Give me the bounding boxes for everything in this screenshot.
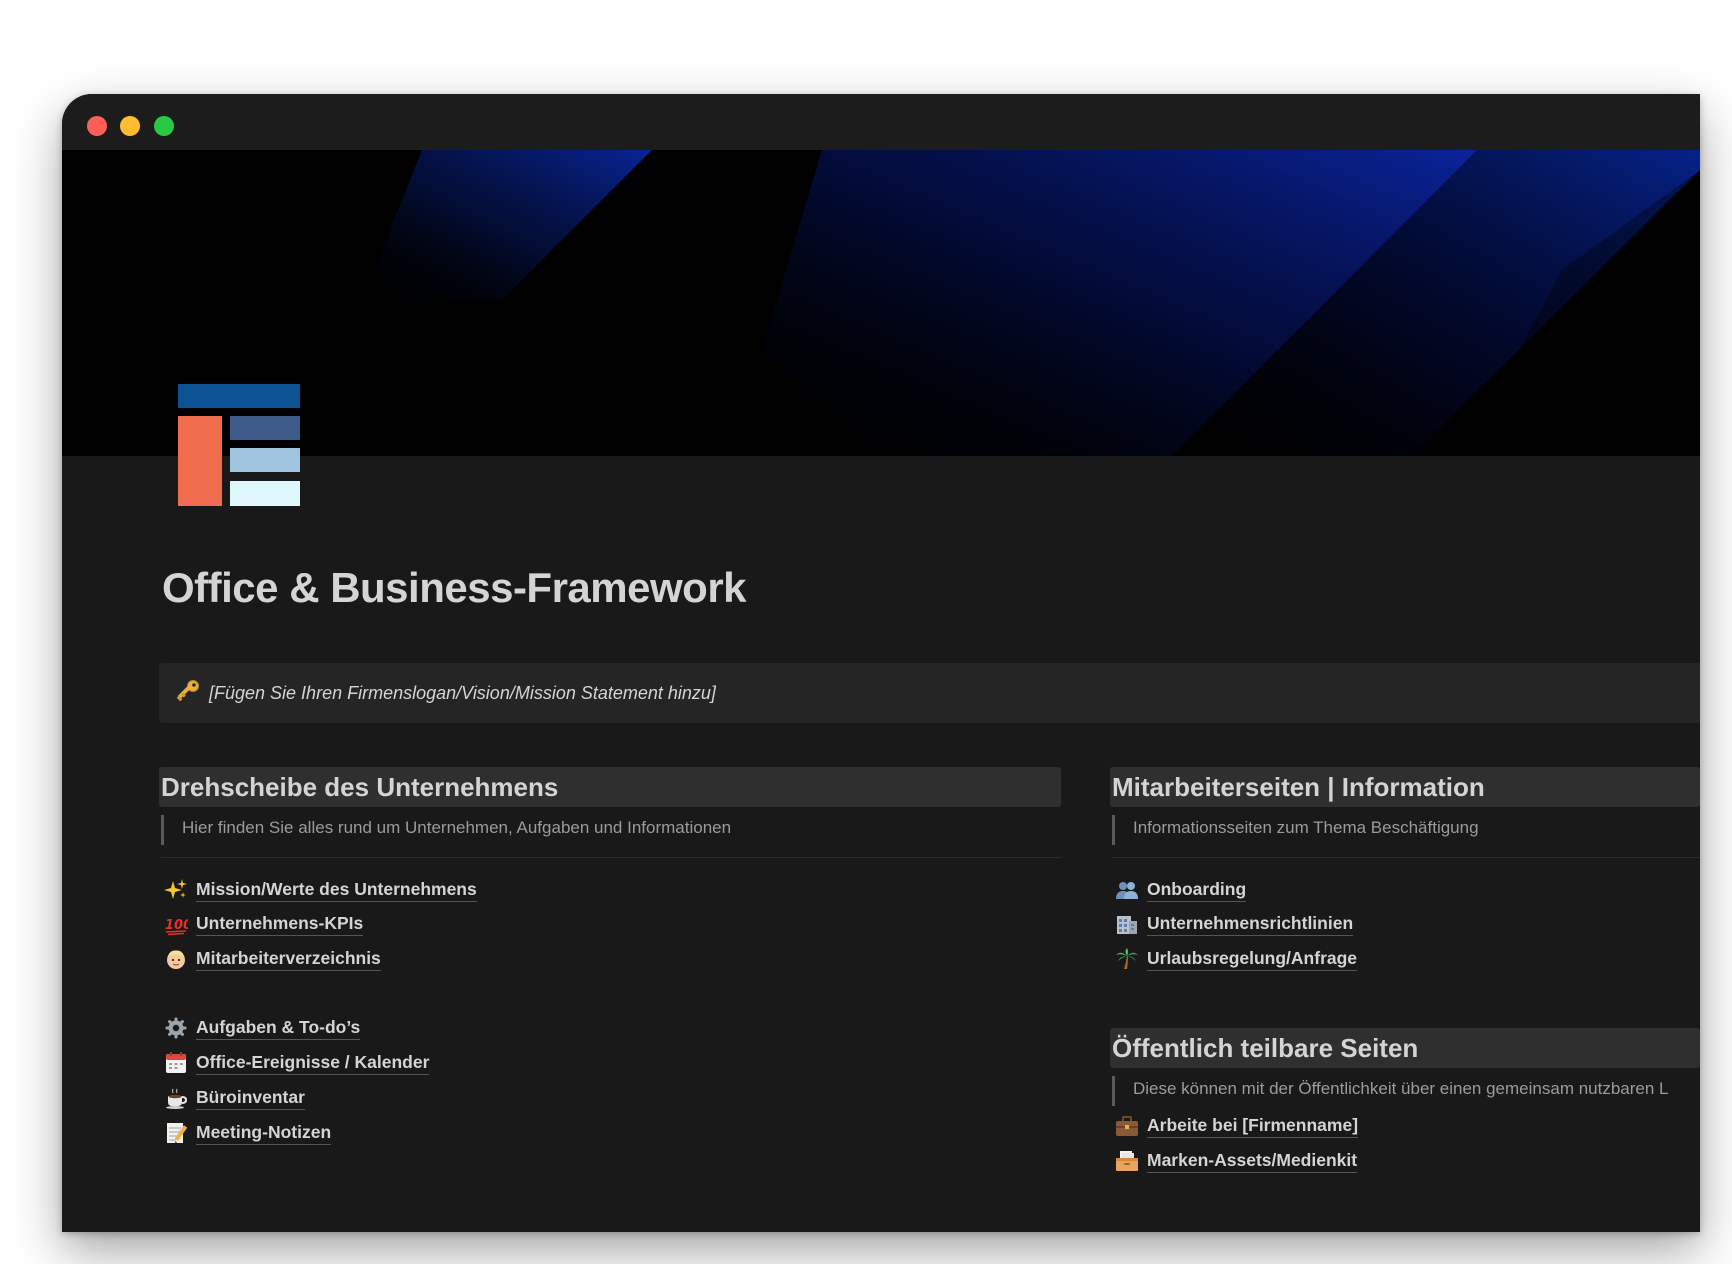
calendar-icon (164, 1051, 188, 1075)
divider (161, 857, 1061, 858)
link-tasks-todos[interactable]: Aufgaben & To-do’s (164, 1013, 361, 1043)
briefcase-icon (1115, 1114, 1139, 1138)
sparkles-icon (164, 878, 188, 902)
window-titlebar (62, 94, 1700, 150)
callout-text: [Fügen Sie Ihren Firmenslogan/Vision/Mis… (209, 683, 716, 703)
hundred-points-icon: 100 (164, 912, 188, 936)
framework-layout-icon[interactable] (178, 384, 300, 506)
link-onboarding[interactable]: Onboarding (1115, 875, 1247, 905)
minimize-window-button[interactable] (120, 116, 140, 136)
link-employee-directory[interactable]: Mitarbeiterverzeichnis (164, 944, 381, 974)
public-pages-subtitle: Diese können mit der Öffentlichkeit über… (1112, 1076, 1700, 1106)
link-brand-assets[interactable]: Marken-Assets/Medienkit (1115, 1146, 1358, 1176)
section-heading-public-pages: Öffentlich teilbare Seiten (1110, 1028, 1700, 1068)
mission-callout[interactable]: [Fügen Sie Ihren Firmenslogan/Vision/Mis… (159, 663, 1700, 723)
card-file-box-icon (1115, 1149, 1139, 1173)
people-icon (1115, 878, 1139, 902)
palm-tree-icon (1115, 947, 1139, 971)
person-face-icon (164, 947, 188, 971)
link-mission-values[interactable]: Mission/Werte des Unternehmens (164, 875, 477, 905)
gear-icon (164, 1016, 188, 1040)
key-icon (174, 679, 200, 705)
link-vacation-policy[interactable]: Urlaubsregelung/Anfrage (1115, 944, 1358, 974)
link-careers[interactable]: Arbeite bei [Firmenname] (1115, 1111, 1359, 1141)
section-heading-employee-pages: Mitarbeiterseiten | Information (1110, 767, 1700, 807)
memo-icon (164, 1121, 188, 1145)
maximize-window-button[interactable] (154, 116, 174, 136)
link-office-events-calendar[interactable]: Office-Ereignisse / Kalender (164, 1048, 430, 1078)
coffee-cup-icon (164, 1086, 188, 1110)
app-window: Office & Business-Framework [Fügen Sie I… (62, 94, 1700, 1232)
link-office-inventory[interactable]: Büroinventar (164, 1083, 305, 1113)
office-building-icon (1115, 912, 1139, 936)
page-title[interactable]: Office & Business-Framework (162, 564, 747, 612)
employee-pages-subtitle: Informationsseiten zum Thema Beschäftigu… (1112, 815, 1700, 845)
link-meeting-notes[interactable]: Meeting-Notizen (164, 1118, 332, 1148)
page-cover-image[interactable] (62, 150, 1700, 456)
divider (1112, 857, 1700, 858)
section-heading-company-hub: Drehscheibe des Unternehmens (159, 767, 1061, 807)
link-company-kpis[interactable]: 100 Unternehmens-KPIs (164, 909, 364, 939)
link-company-policies[interactable]: Unternehmensrichtlinien (1115, 909, 1354, 939)
close-window-button[interactable] (87, 116, 107, 136)
company-hub-subtitle: Hier finden Sie alles rund um Unternehme… (161, 815, 1052, 845)
